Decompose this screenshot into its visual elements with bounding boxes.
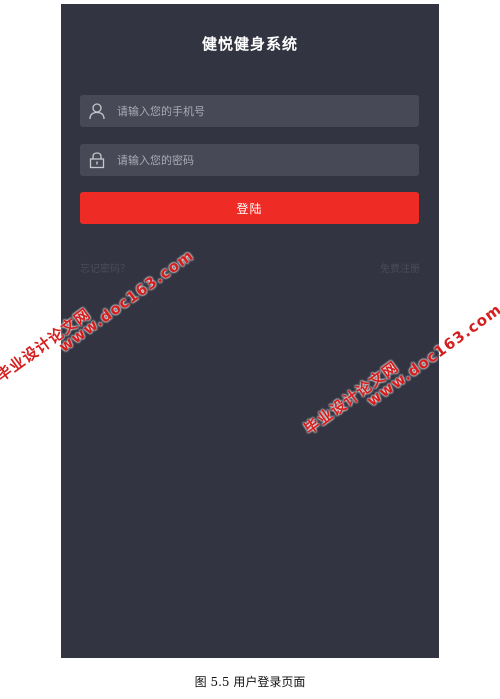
register-link[interactable]: 免费注册 xyxy=(380,260,420,275)
phone-screen: 健悦健身系统 登陆 忘记密码？ 免费注册 xyxy=(61,4,439,658)
password-field[interactable] xyxy=(80,144,419,176)
app-title: 健悦健身系统 xyxy=(201,35,298,53)
password-input[interactable] xyxy=(117,144,407,176)
figure-caption: 图 5.5 用户登录页面 xyxy=(194,675,306,689)
phone-field[interactable] xyxy=(80,95,419,127)
phone-input[interactable] xyxy=(117,95,407,127)
user-icon xyxy=(88,102,106,120)
forgot-password-link[interactable]: 忘记密码？ xyxy=(80,260,130,275)
lock-icon xyxy=(88,151,106,169)
login-button[interactable]: 登陆 xyxy=(80,192,419,224)
